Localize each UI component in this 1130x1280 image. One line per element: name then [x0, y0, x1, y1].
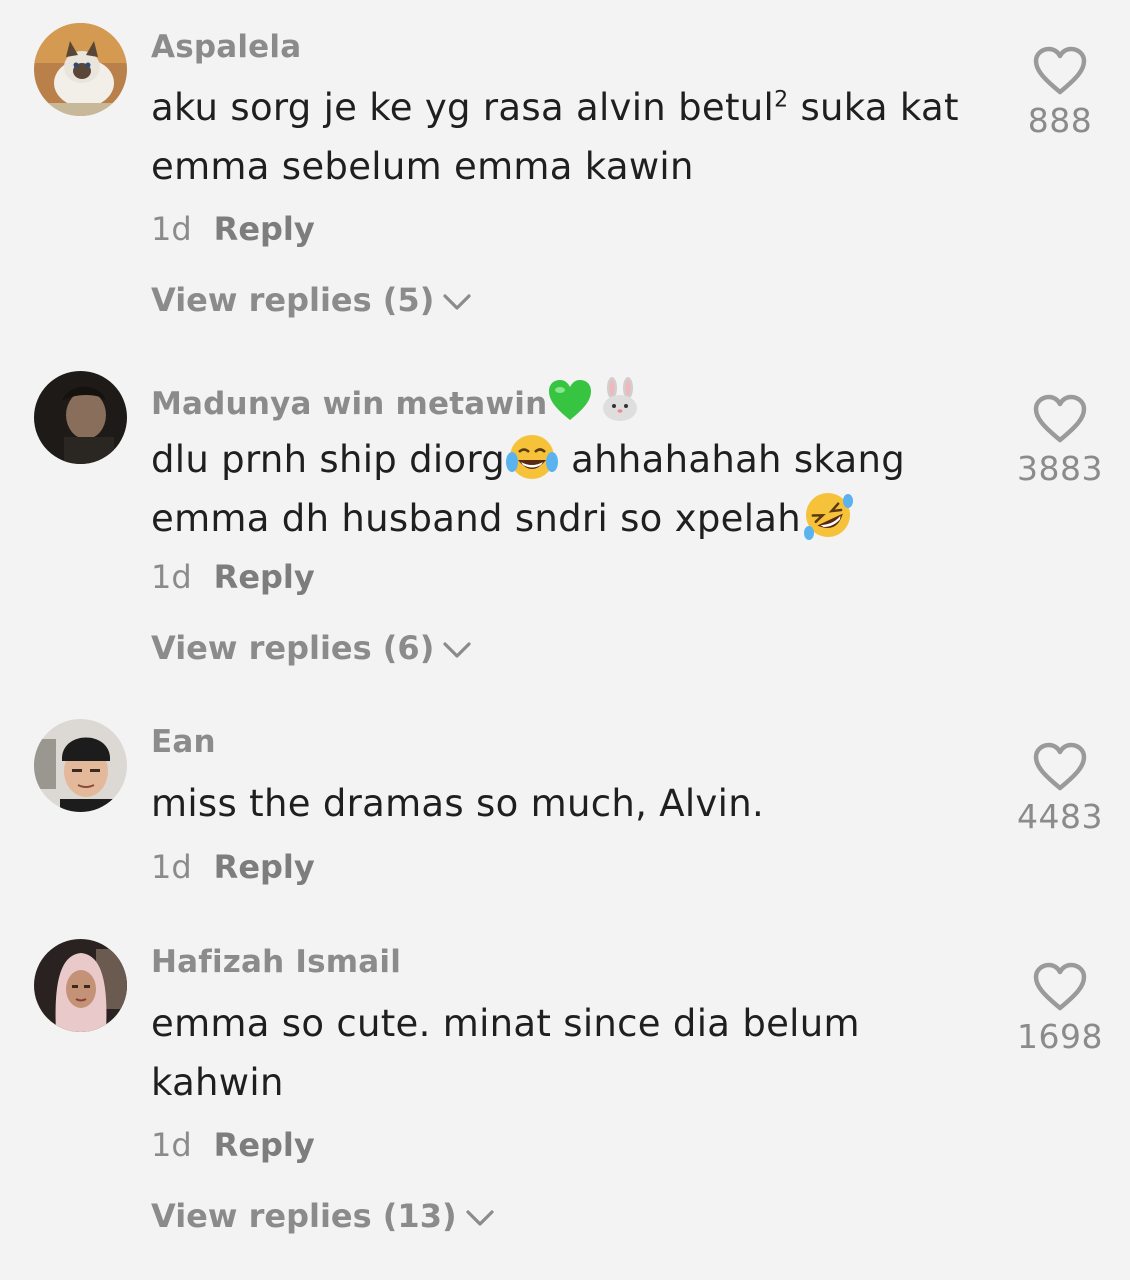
reply-button[interactable]: Reply — [214, 848, 315, 886]
superscript: 2 — [774, 87, 789, 113]
comment-meta: 1d Reply — [151, 210, 315, 248]
view-replies-label: View replies (6) — [151, 629, 435, 667]
cat-avatar-image — [34, 23, 127, 116]
avatar[interactable] — [34, 719, 127, 812]
comment-text-part: ahhahahah skang — [559, 438, 906, 481]
like-count: 888 — [1027, 101, 1093, 140]
comment-username[interactable]: Hafizah Ismail — [151, 944, 401, 980]
comment-time: 1d — [151, 848, 192, 886]
reply-button[interactable]: Reply — [214, 1126, 315, 1164]
heart-icon[interactable] — [1033, 742, 1087, 792]
comment-text-part: emma dh husband sndri so xpelah — [151, 497, 802, 540]
comment-text-part: aku sorg je ke yg rasa alvin betul — [151, 86, 775, 129]
username-text: Madunya win metawin — [151, 386, 548, 422]
comment-username[interactable]: Madunya win metawin — [151, 376, 643, 422]
comment-text-part: emma so cute. minat since dia belum — [151, 1002, 860, 1045]
comment-text-part: suka kat — [788, 86, 959, 129]
reply-button[interactable]: Reply — [214, 558, 315, 596]
avatar[interactable] — [34, 939, 127, 1032]
like-count: 1698 — [1017, 1017, 1103, 1056]
green-heart-emoji — [549, 380, 592, 420]
comment-text: aku sorg je ke yg rasa alvin betul2 suka… — [151, 78, 971, 196]
view-replies-button[interactable]: View replies (13) — [151, 1197, 495, 1235]
man-beanie-avatar-image — [34, 719, 127, 812]
view-replies-button[interactable]: View replies (5) — [151, 281, 472, 319]
heart-icon[interactable] — [1033, 962, 1087, 1012]
rolling-laughing-emoji — [804, 493, 854, 540]
like-count: 3883 — [1017, 449, 1103, 488]
view-replies-label: View replies (5) — [151, 281, 435, 319]
comment-meta: 1d Reply — [151, 558, 315, 596]
comment-meta: 1d Reply — [151, 848, 315, 886]
heart-icon[interactable] — [1033, 46, 1087, 96]
avatar[interactable] — [34, 371, 127, 464]
dark-portrait-avatar-image — [34, 371, 127, 464]
comment-username[interactable]: Aspalela — [151, 29, 301, 65]
chevron-down-icon — [443, 642, 471, 658]
comment-time: 1d — [151, 558, 192, 596]
chevron-down-icon — [443, 294, 471, 310]
comment-text: miss the dramas so much, Alvin. — [151, 774, 971, 833]
hijab-woman-avatar-image — [34, 939, 127, 1032]
rabbit-emoji — [603, 377, 638, 421]
comment-text-part: emma sebelum emma kawin — [151, 145, 694, 188]
view-replies-button[interactable]: View replies (6) — [151, 629, 472, 667]
comment-time: 1d — [151, 210, 192, 248]
comment-time: 1d — [151, 1126, 192, 1164]
view-replies-label: View replies (13) — [151, 1197, 457, 1235]
comment-text-part: kahwin — [151, 1061, 284, 1104]
comment-text: dlu prnh ship diorg ahhahahah skang emma… — [151, 430, 971, 548]
avatar[interactable] — [34, 23, 127, 116]
comment-meta: 1d Reply — [151, 1126, 315, 1164]
heart-icon[interactable] — [1033, 394, 1087, 444]
tears-of-joy-emoji — [506, 435, 559, 479]
like-count: 4483 — [1017, 797, 1103, 836]
comment-text: emma so cute. minat since dia belum kahw… — [151, 994, 971, 1112]
reply-button[interactable]: Reply — [214, 210, 315, 248]
comment-text-part: dlu prnh ship diorg — [151, 438, 506, 481]
comment-text-part: miss the dramas so much, Alvin. — [151, 782, 765, 825]
comment-username[interactable]: Ean — [151, 724, 216, 760]
chevron-down-icon — [465, 1210, 494, 1226]
